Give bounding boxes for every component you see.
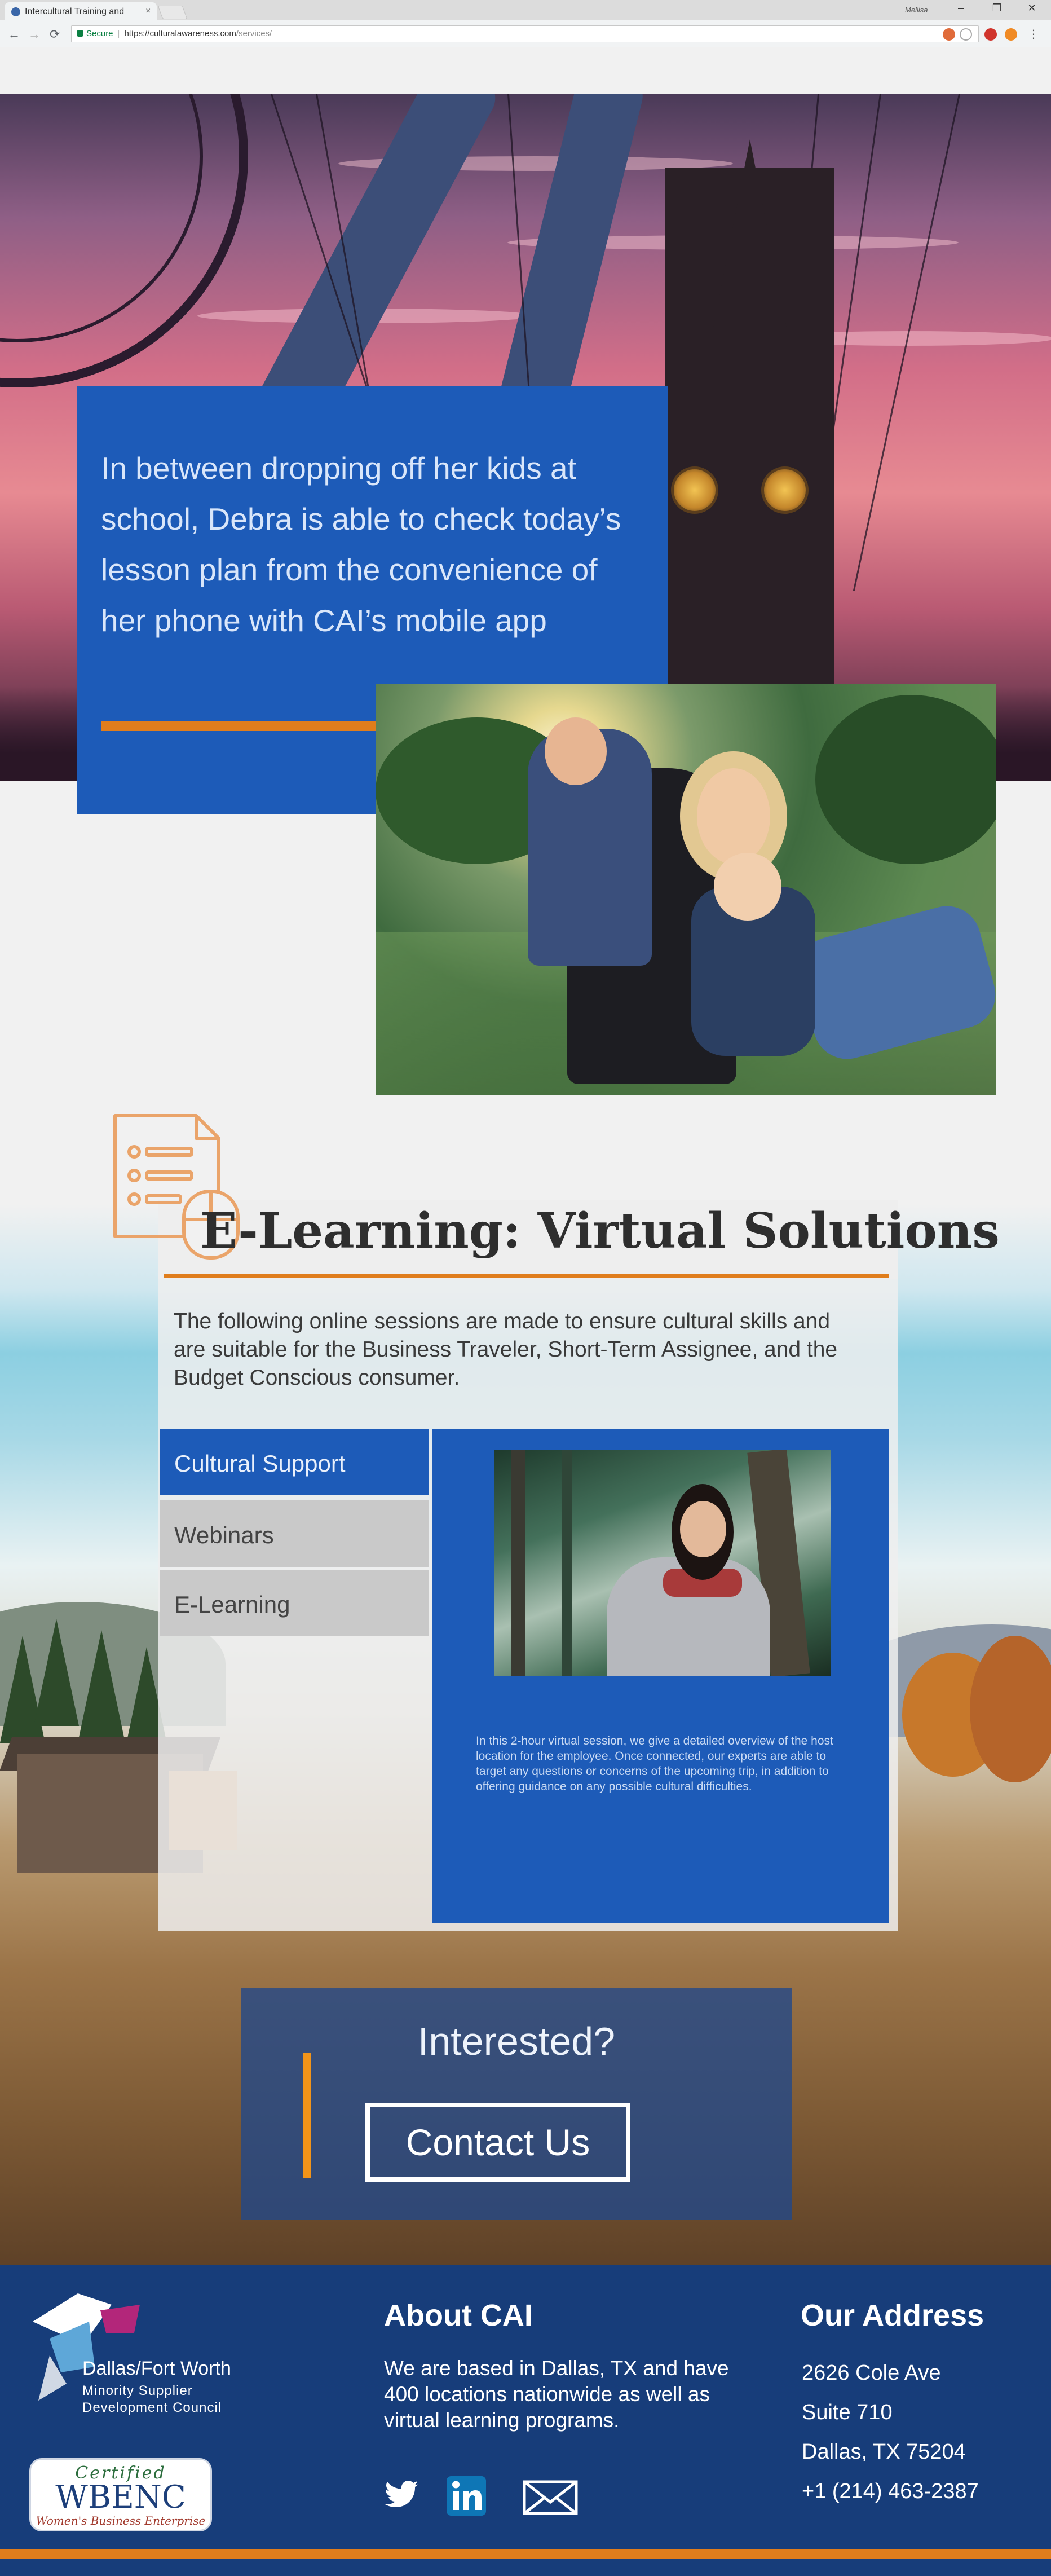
mother-face [697, 768, 770, 864]
dfw-logo-line2: Minority Supplier [82, 2383, 193, 2398]
tab-strip: Intercultural Training and × Mellisa – ❐… [0, 0, 1051, 20]
adblock-icon[interactable] [984, 28, 997, 41]
extension-icon[interactable] [943, 28, 955, 41]
url-separator: | [117, 29, 120, 38]
session-description: In this 2-hour virtual session, we give … [476, 1734, 833, 1793]
address-suite: Suite 710 [802, 2401, 893, 2424]
profile-name[interactable]: Mellisa [905, 6, 928, 14]
title-underline [164, 1274, 889, 1278]
cta-box: Interested? Contact Us [241, 1988, 792, 2220]
address-phone[interactable]: +1 (214) 463-2387 [802, 2480, 979, 2504]
url-domain: https://culturalawareness.com [124, 29, 236, 38]
address-title: Our Address [801, 2298, 984, 2332]
tree-trunk [562, 1450, 572, 1676]
back-icon[interactable]: ← [8, 27, 20, 42]
tab-content-panel: In this 2-hour virtual session, we give … [432, 1429, 889, 1923]
cta-accent-bar [303, 2053, 311, 2178]
about-title: About CAI [384, 2298, 533, 2332]
footer-accent-bar [0, 2549, 1051, 2559]
pine-tree [79, 1630, 124, 1737]
tab-e-learning[interactable]: E-Learning [160, 1570, 429, 1636]
address-bar[interactable]: Secure | https://culturalawareness.com/ser… [71, 25, 979, 42]
new-tab-button[interactable] [157, 6, 188, 19]
clock-face [671, 466, 718, 514]
close-window-icon[interactable]: ✕ [1021, 2, 1043, 14]
tab-close-icon[interactable]: × [145, 6, 151, 16]
site-favicon-icon [11, 7, 20, 16]
clock-tower-spire [710, 139, 789, 342]
restore-icon[interactable]: ❐ [986, 2, 1008, 14]
dfw-logo-line1: Dallas/Fort Worth [82, 2358, 231, 2379]
woman-photo [494, 1450, 831, 1676]
browser-chrome: Intercultural Training and × Mellisa – ❐… [0, 0, 1051, 47]
footer-tail [0, 2559, 1051, 2576]
email-icon[interactable] [522, 2475, 579, 2517]
url-path: /services/ [236, 29, 272, 38]
tree [815, 695, 996, 864]
elearning-intro: The following online sessions are made t… [174, 1309, 838, 1390]
secure-label: Secure [86, 29, 113, 38]
cta-title: Interested? [417, 2019, 616, 2063]
tab-title: Intercultural Training and [25, 7, 125, 16]
elearning-title: E-Learning: Virtual Solutions [200, 1203, 1000, 1260]
twitter-icon[interactable] [383, 2475, 421, 2517]
forward-icon[interactable]: → [28, 27, 41, 42]
family-photo [376, 684, 996, 1095]
contact-us-button[interactable]: Contact Us [365, 2103, 630, 2182]
pine-tree [34, 1619, 79, 1726]
woman-face [680, 1501, 726, 1557]
tab-cultural-support[interactable]: Cultural Support [160, 1429, 429, 1495]
hero-quote: In between dropping off her kids at scho… [101, 451, 621, 638]
boy-head [545, 717, 607, 785]
wbenc-subtitle: Women's Business Enterprise [36, 2514, 206, 2527]
lock-icon [77, 30, 83, 37]
address-city: Dallas, TX 75204 [802, 2440, 966, 2464]
baby-head [714, 853, 781, 921]
reload-icon[interactable]: ⟳ [50, 27, 60, 42]
clock-face [761, 466, 809, 514]
bookmark-star-icon[interactable] [960, 28, 972, 41]
tree-trunk [511, 1450, 526, 1676]
menu-icon[interactable]: ⋮ [1027, 28, 1040, 41]
wbenc-certified-logo[interactable]: Certified WBENC Women's Business Enterpr… [29, 2458, 212, 2531]
dfw-logo-line3: Development Council [82, 2400, 222, 2415]
about-text: We are based in Dallas, TX and have 400 … [384, 2357, 729, 2432]
tab-webinars[interactable]: Webinars [160, 1500, 429, 1567]
linkedin-icon[interactable] [445, 2475, 487, 2517]
wbenc-name: WBENC [55, 2479, 186, 2516]
minimize-icon[interactable]: – [950, 2, 972, 14]
extension-icon[interactable] [1005, 28, 1017, 41]
page: Intercultural Training and × Mellisa – ❐… [0, 0, 1051, 2576]
browser-tab[interactable]: Intercultural Training and × [5, 2, 157, 20]
address-street: 2626 Cole Ave [802, 2361, 941, 2385]
